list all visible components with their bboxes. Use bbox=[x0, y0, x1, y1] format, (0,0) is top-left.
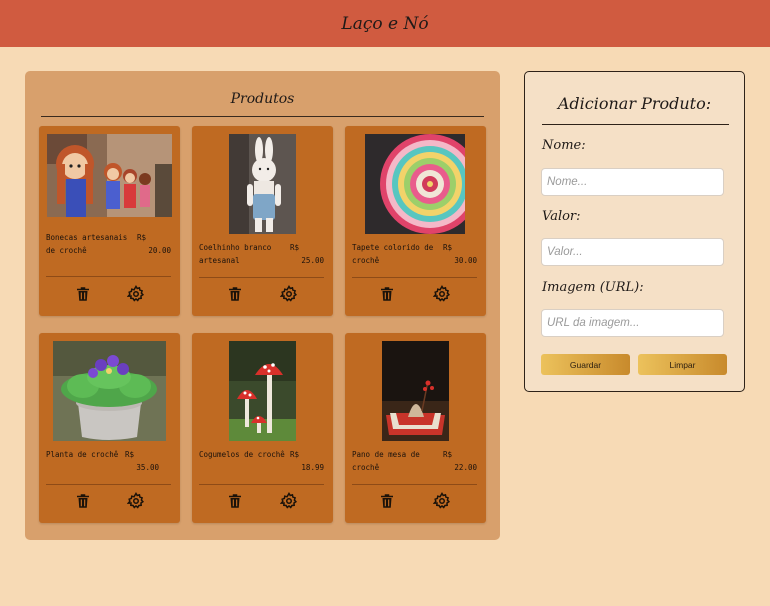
product-price: R$ 35.00 bbox=[125, 448, 159, 474]
product-image-violet-plant bbox=[53, 341, 166, 441]
name-input[interactable] bbox=[541, 168, 724, 196]
products-title: Produtos bbox=[230, 91, 295, 107]
product-price: R$ 30.00 bbox=[443, 241, 477, 267]
product-card: Planta de crochê R$ 35.00 bbox=[39, 333, 180, 523]
form-divider bbox=[542, 124, 729, 125]
gear-icon bbox=[280, 492, 298, 509]
card-divider bbox=[199, 484, 324, 485]
product-image-tablecloth bbox=[382, 341, 449, 441]
price-value: 20.00 bbox=[148, 246, 171, 255]
card-divider bbox=[352, 277, 477, 278]
product-image-mandala-rug bbox=[365, 134, 465, 234]
product-name: Pano de mesa de crochê bbox=[352, 450, 420, 472]
clear-button[interactable]: Limpar bbox=[638, 354, 727, 375]
edit-button[interactable] bbox=[433, 285, 451, 303]
product-price: R$ 20.00 bbox=[137, 231, 171, 257]
price-currency: R$ bbox=[125, 450, 135, 459]
card-divider bbox=[46, 276, 171, 277]
edit-button[interactable] bbox=[280, 492, 298, 510]
product-name: Tapete colorido de crochê bbox=[352, 243, 434, 265]
gear-icon bbox=[433, 285, 451, 302]
price-value: 30.00 bbox=[454, 256, 477, 265]
app-title: Laço e Nó bbox=[341, 13, 429, 34]
form-title: Adicionar Produto: bbox=[557, 94, 712, 113]
gear-icon bbox=[433, 492, 451, 509]
price-currency: R$ bbox=[290, 450, 300, 459]
edit-button[interactable] bbox=[127, 285, 145, 303]
delete-button[interactable] bbox=[378, 492, 396, 510]
trash-icon bbox=[229, 494, 241, 508]
product-image-dolls bbox=[47, 134, 172, 217]
product-name: Bonecas artesanais de crochê bbox=[46, 233, 128, 255]
products-divider bbox=[41, 116, 484, 117]
product-card: Cogumelos de crochê R$ 18.99 bbox=[192, 333, 333, 523]
delete-button[interactable] bbox=[74, 492, 92, 510]
price-value: 25.00 bbox=[301, 256, 324, 265]
product-card: Tapete colorido de crochê R$ 30.00 bbox=[345, 126, 486, 316]
edit-button[interactable] bbox=[433, 492, 451, 510]
gear-icon bbox=[280, 285, 298, 302]
product-name: Cogumelos de crochê bbox=[199, 450, 285, 459]
delete-button[interactable] bbox=[378, 285, 396, 303]
edit-button[interactable] bbox=[127, 492, 145, 510]
delete-button[interactable] bbox=[226, 492, 244, 510]
price-value: 22.00 bbox=[454, 463, 477, 472]
add-product-form: Adicionar Produto: Nome: Valor: Imagem (… bbox=[524, 71, 745, 392]
price-currency: R$ bbox=[137, 233, 147, 242]
price-currency: R$ bbox=[443, 243, 453, 252]
delete-button[interactable] bbox=[74, 285, 92, 303]
app-header: Laço e Nó bbox=[0, 0, 770, 47]
product-card: Bonecas artesanais de crochê R$ 20.00 bbox=[39, 126, 180, 316]
product-price: R$ 25.00 bbox=[290, 241, 324, 267]
image-url-label: Imagem (URL): bbox=[542, 280, 644, 295]
product-price: R$ 22.00 bbox=[443, 448, 477, 474]
name-label: Nome: bbox=[542, 138, 586, 153]
trash-icon bbox=[381, 287, 393, 301]
price-currency: R$ bbox=[290, 243, 300, 252]
product-name: Coelhinho branco artesanal bbox=[199, 243, 272, 265]
products-panel: Produtos Bonecas artesanais de crochê R$… bbox=[25, 71, 500, 540]
image-url-input[interactable] bbox=[541, 309, 724, 337]
card-divider bbox=[199, 277, 324, 278]
edit-button[interactable] bbox=[280, 285, 298, 303]
gear-icon bbox=[127, 492, 145, 509]
value-input[interactable] bbox=[541, 238, 724, 266]
product-card: Coelhinho branco artesanal R$ 25.00 bbox=[192, 126, 333, 316]
product-price: R$ 18.99 bbox=[290, 448, 324, 474]
trash-icon bbox=[77, 494, 89, 508]
trash-icon bbox=[381, 494, 393, 508]
price-value: 18.99 bbox=[301, 463, 324, 472]
price-value: 35.00 bbox=[136, 463, 159, 472]
trash-icon bbox=[229, 287, 241, 301]
value-label: Valor: bbox=[542, 209, 581, 224]
gear-icon bbox=[127, 285, 145, 302]
product-image-bunny bbox=[229, 134, 296, 234]
price-currency: R$ bbox=[443, 450, 453, 459]
trash-icon bbox=[77, 287, 89, 301]
product-card: Pano de mesa de crochê R$ 22.00 bbox=[345, 333, 486, 523]
card-divider bbox=[46, 484, 171, 485]
product-image-mushrooms bbox=[229, 341, 296, 441]
save-button[interactable]: Guardar bbox=[541, 354, 630, 375]
card-divider bbox=[352, 484, 477, 485]
delete-button[interactable] bbox=[226, 285, 244, 303]
